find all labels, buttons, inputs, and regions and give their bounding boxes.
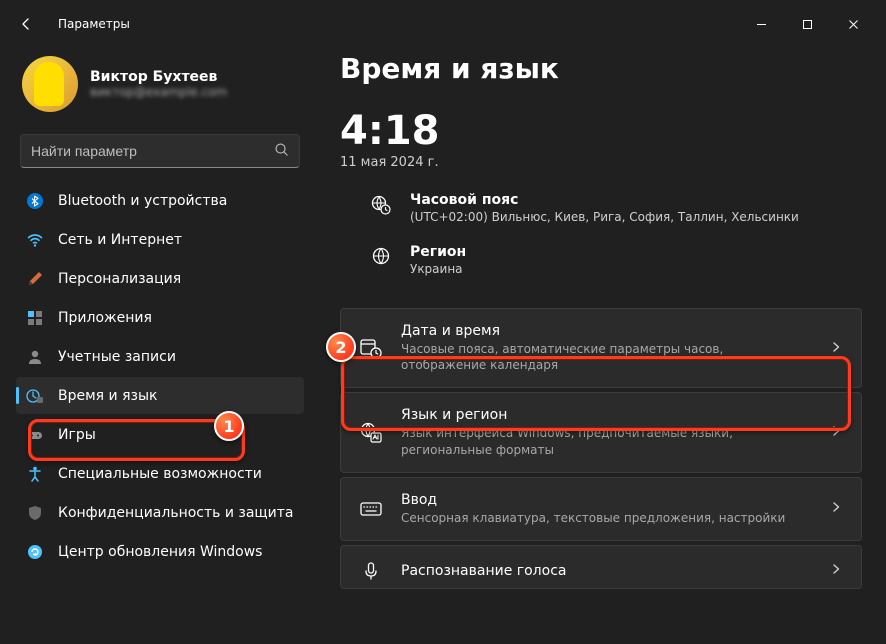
timezone-title: Часовой пояс bbox=[410, 192, 799, 208]
sidebar-item-label: Время и язык bbox=[58, 388, 157, 404]
brush-icon bbox=[26, 270, 44, 288]
sidebar-item-label: Игры bbox=[58, 427, 96, 443]
person-icon bbox=[26, 348, 44, 366]
sidebar-item-gaming[interactable]: Игры bbox=[16, 416, 304, 453]
card-language-region[interactable]: Язык и регион Язык интерфейса Windows, п… bbox=[340, 392, 862, 472]
mic-icon bbox=[359, 560, 383, 582]
sidebar-item-label: Специальные возможности bbox=[58, 466, 262, 482]
sidebar-item-bluetooth[interactable]: Bluetooth и устройства bbox=[16, 182, 304, 219]
titlebar: Параметры bbox=[0, 0, 886, 48]
region-info: Регион Украина bbox=[340, 238, 862, 290]
sidebar-item-label: Приложения bbox=[58, 310, 152, 326]
close-button[interactable] bbox=[830, 8, 876, 40]
region-title: Регион bbox=[410, 244, 466, 260]
chevron-right-icon bbox=[829, 499, 843, 518]
bluetooth-icon bbox=[26, 192, 44, 210]
search-input[interactable] bbox=[31, 143, 274, 159]
maximize-button[interactable] bbox=[784, 8, 830, 40]
clock: 4:18 bbox=[340, 111, 862, 151]
sidebar-item-accessibility[interactable]: Специальные возможности bbox=[16, 455, 304, 492]
sidebar-item-accounts[interactable]: Учетные записи bbox=[16, 338, 304, 375]
window-title: Параметры bbox=[58, 17, 130, 31]
profile[interactable]: Виктор Бухтеев виктор@example.com bbox=[16, 48, 304, 128]
page-title: Время и язык bbox=[340, 52, 862, 85]
sidebar-item-network[interactable]: Сеть и Интернет bbox=[16, 221, 304, 258]
card-title: Ввод bbox=[401, 492, 811, 508]
card-sub: Сенсорная клавиатура, текстовые предложе… bbox=[401, 510, 811, 526]
timezone-info: Часовой пояс (UTC+02:00) Вильнюс, Киев, … bbox=[340, 186, 862, 238]
sidebar-item-apps[interactable]: Приложения bbox=[16, 299, 304, 336]
accessibility-icon bbox=[26, 465, 44, 483]
sidebar-item-label: Bluetooth и устройства bbox=[58, 193, 227, 209]
sidebar-item-label: Центр обновления Windows bbox=[58, 544, 262, 560]
search-box[interactable] bbox=[20, 134, 300, 168]
sidebar-item-personalization[interactable]: Персонализация bbox=[16, 260, 304, 297]
timezone-icon bbox=[370, 194, 392, 216]
sidebar-item-label: Сеть и Интернет bbox=[58, 232, 182, 248]
content-area: Время и язык 4:18 11 мая 2024 г. Часовой… bbox=[316, 48, 886, 644]
profile-email: виктор@example.com bbox=[90, 85, 227, 99]
time-language-icon bbox=[26, 387, 44, 405]
minimize-button[interactable] bbox=[738, 8, 784, 40]
update-icon bbox=[26, 543, 44, 561]
card-title: Язык и регион bbox=[401, 407, 811, 423]
card-title: Дата и время bbox=[401, 323, 811, 339]
shield-icon bbox=[26, 504, 44, 522]
keyboard-icon bbox=[359, 497, 383, 521]
card-speech[interactable]: Распознавание голоса bbox=[340, 545, 862, 589]
date: 11 мая 2024 г. bbox=[340, 155, 862, 170]
region-value: Украина bbox=[410, 262, 466, 276]
apps-icon bbox=[26, 309, 44, 327]
language-region-icon bbox=[359, 421, 383, 445]
timezone-value: (UTC+02:00) Вильнюс, Киев, Рига, София, … bbox=[410, 210, 799, 224]
sidebar-item-label: Конфиденциальность и защита bbox=[58, 505, 293, 521]
sidebar-item-update[interactable]: Центр обновления Windows bbox=[16, 533, 304, 570]
sidebar-item-time-language[interactable]: Время и язык bbox=[16, 377, 304, 414]
globe-icon bbox=[370, 246, 392, 266]
search-icon bbox=[274, 142, 289, 161]
wifi-icon bbox=[26, 231, 44, 249]
chevron-right-icon bbox=[829, 561, 843, 580]
gamepad-icon bbox=[26, 426, 44, 444]
sidebar-item-privacy[interactable]: Конфиденциальность и защита bbox=[16, 494, 304, 531]
sidebar: Виктор Бухтеев виктор@example.com Blueto… bbox=[0, 48, 316, 644]
chevron-right-icon bbox=[829, 423, 843, 442]
card-sub: Часовые пояса, автоматические параметры … bbox=[401, 341, 811, 373]
card-input[interactable]: Ввод Сенсорная клавиатура, текстовые пре… bbox=[340, 477, 862, 541]
card-title: Распознавание голоса bbox=[401, 563, 811, 579]
card-sub: Язык интерфейса Windows, предпочитаемые … bbox=[401, 425, 811, 457]
sidebar-item-label: Учетные записи bbox=[58, 349, 176, 365]
chevron-right-icon bbox=[829, 339, 843, 358]
calendar-clock-icon bbox=[359, 336, 383, 360]
avatar bbox=[22, 56, 78, 112]
card-date-time[interactable]: Дата и время Часовые пояса, автоматическ… bbox=[340, 308, 862, 388]
sidebar-item-label: Персонализация bbox=[58, 271, 181, 287]
back-button[interactable] bbox=[10, 8, 42, 40]
profile-name: Виктор Бухтеев bbox=[90, 69, 227, 85]
